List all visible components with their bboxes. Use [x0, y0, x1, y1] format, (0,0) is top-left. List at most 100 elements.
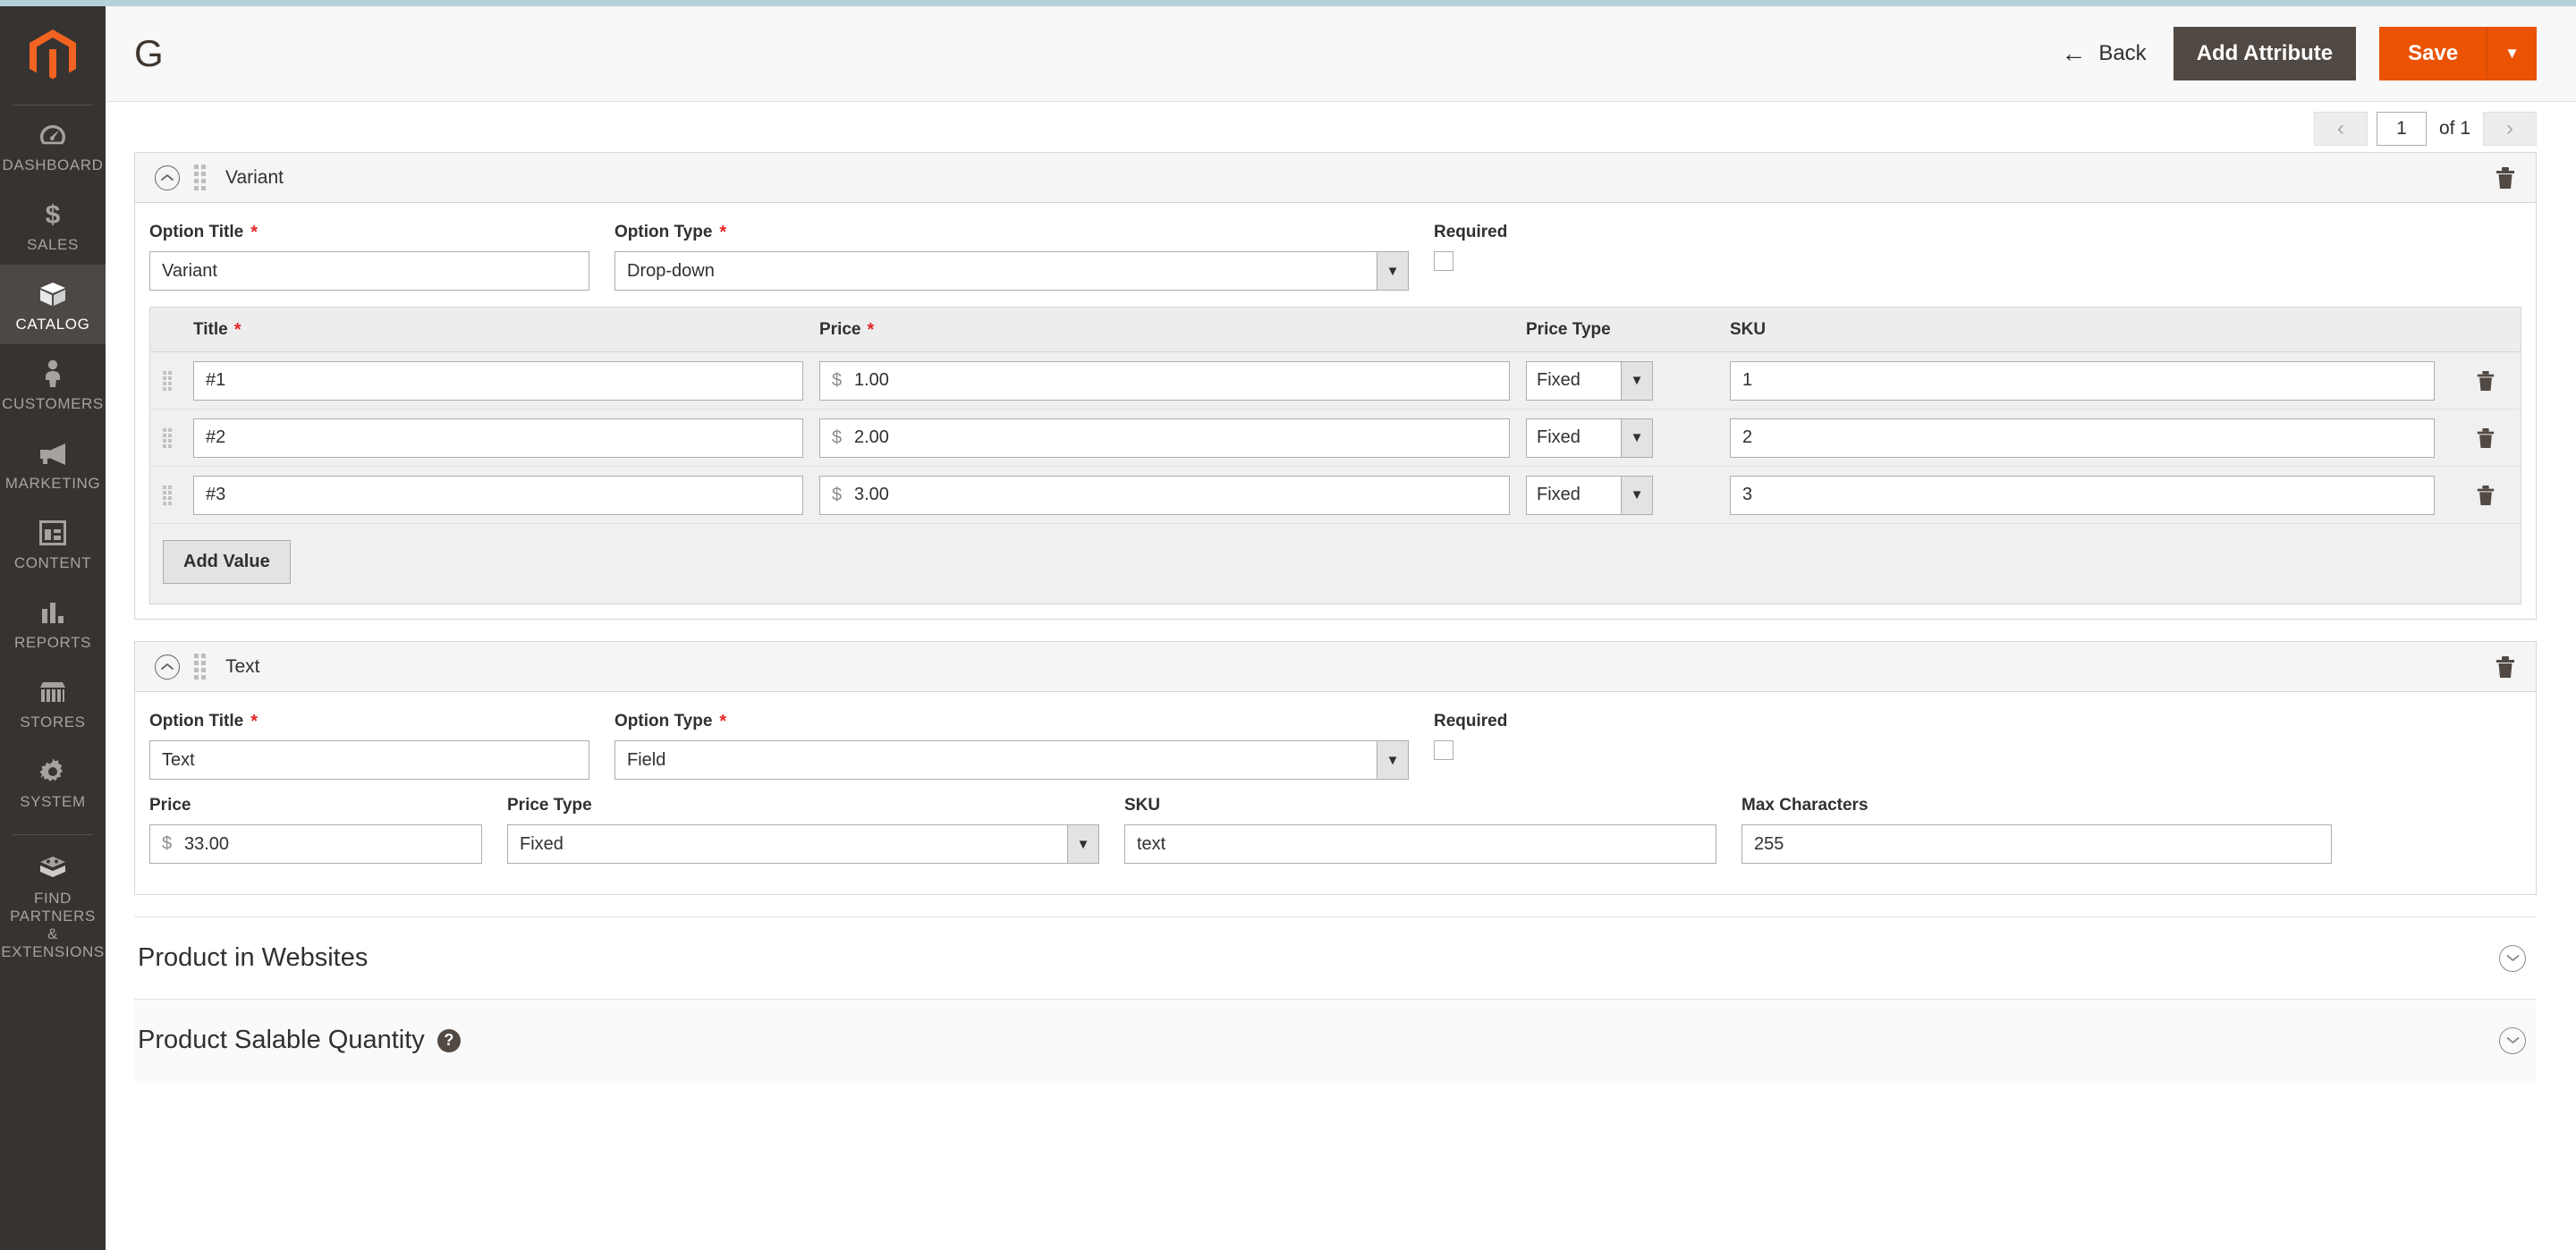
- chevron-down-icon[interactable]: ▼: [1621, 360, 1653, 401]
- sidebar-divider: [13, 834, 93, 835]
- currency-symbol: $: [832, 427, 843, 447]
- delete-option-button[interactable]: [2495, 166, 2516, 190]
- chevron-up-icon[interactable]: [155, 654, 180, 680]
- sidebar-item-marketing[interactable]: MARKETING: [0, 424, 106, 503]
- chevron-down-icon[interactable]: ▼: [1621, 418, 1653, 458]
- required-checkbox[interactable]: [1434, 251, 1453, 271]
- row-drag-handle[interactable]: [163, 427, 193, 448]
- value-sku-input[interactable]: [1730, 475, 2435, 515]
- sidebar-item-customers[interactable]: CUSTOMERS: [0, 344, 106, 424]
- extension-icon: [38, 853, 67, 883]
- option-type-label: Option Type *: [614, 712, 727, 731]
- currency-symbol: $: [162, 833, 173, 854]
- value-price-input[interactable]: [819, 418, 1510, 458]
- drag-handle-icon[interactable]: [194, 165, 206, 190]
- save-dropdown-toggle[interactable]: ▼: [2487, 26, 2537, 81]
- price-type-select[interactable]: Fixed ▼: [1526, 360, 1653, 401]
- magento-logo[interactable]: [0, 6, 106, 105]
- custom-options-content: Variant Option Title * Variant Option Ty…: [106, 152, 2576, 1250]
- value-title-input[interactable]: [193, 418, 803, 458]
- chevron-down-icon[interactable]: ▼: [1067, 824, 1099, 864]
- save-button[interactable]: Save: [2379, 26, 2487, 81]
- required-field: Required: [1434, 223, 1613, 291]
- back-button[interactable]: ← Back: [2057, 36, 2149, 72]
- option-type-select[interactable]: Field ▼: [614, 740, 1409, 780]
- sidebar-item-label: REPORTS: [13, 634, 92, 651]
- sku-input[interactable]: [1124, 824, 1716, 864]
- chevron-down-icon[interactable]: ▼: [1621, 475, 1653, 515]
- prev-page-button[interactable]: ‹: [2313, 112, 2368, 146]
- option-title-label: Option Title *: [149, 223, 258, 242]
- option-meta-row: Option Title * Option Type * Drop-d: [149, 223, 2521, 307]
- chevron-down-icon[interactable]: ▼: [1377, 740, 1409, 780]
- chevron-up-icon[interactable]: [155, 165, 180, 190]
- page-number-input[interactable]: [2376, 112, 2427, 146]
- option-title-input[interactable]: [149, 251, 589, 291]
- section-product-salable-quantity[interactable]: Product Salable Quantity ?: [134, 999, 2537, 1081]
- next-page-button[interactable]: ›: [2483, 112, 2537, 146]
- expand-toggle[interactable]: [2499, 944, 2526, 972]
- top-accent-bar: [0, 0, 2576, 6]
- price-input[interactable]: [149, 824, 482, 864]
- delete-option-button[interactable]: [2495, 655, 2516, 679]
- value-price-input[interactable]: [819, 475, 1510, 515]
- option-title-field: Option Title *: [149, 712, 614, 780]
- dollar-icon: $: [42, 199, 64, 230]
- sidebar-item-dashboard[interactable]: DASHBOARD: [0, 106, 106, 185]
- section-title: Product Salable Quantity ?: [138, 1026, 461, 1055]
- max-characters-field: Max Characters: [1741, 796, 2332, 864]
- custom-option-section-text: Text Option Title * Text Option Type * F…: [134, 641, 2537, 895]
- table-row: $ Fixed ▼: [150, 410, 2521, 467]
- delete-value-button[interactable]: [2472, 481, 2499, 510]
- option-meta-row: Option Title * Option Type * Field: [149, 712, 2521, 796]
- value-sku-input[interactable]: [1730, 360, 2435, 401]
- value-title-input[interactable]: [193, 360, 803, 401]
- sidebar-item-find-partners-extensions[interactable]: FIND PARTNERS & EXTENSIONS: [0, 839, 106, 972]
- price-type-select[interactable]: Fixed ▼: [507, 824, 1099, 864]
- sidebar-item-label: STORES: [20, 714, 86, 731]
- expand-toggle[interactable]: [2499, 1026, 2526, 1054]
- price-type-value: Fixed: [507, 824, 1067, 864]
- value-title-cell: [193, 475, 819, 515]
- sidebar-item-stores[interactable]: STORES: [0, 663, 106, 742]
- row-drag-handle[interactable]: [163, 370, 193, 391]
- price-field: Price $: [149, 796, 507, 864]
- delete-value-button[interactable]: [2472, 367, 2499, 395]
- option-type-select[interactable]: Drop-down ▼: [614, 251, 1409, 291]
- price-type-value: Fixed: [1526, 360, 1621, 401]
- sidebar-item-catalog[interactable]: CATALOG: [0, 265, 106, 344]
- magento-logo-icon: [30, 30, 76, 80]
- option-type-label: Option Type *: [614, 223, 727, 242]
- delete-value-button[interactable]: [2472, 424, 2499, 452]
- main-sidebar: DASHBOARD $ SALES CATALOG CUSTOMERS MARK…: [0, 0, 106, 1250]
- price-type-select[interactable]: Fixed ▼: [1526, 418, 1653, 458]
- add-value-button[interactable]: Add Value: [163, 540, 291, 584]
- value-title-input[interactable]: [193, 475, 803, 515]
- bar-chart-icon: [40, 597, 65, 628]
- sidebar-item-reports[interactable]: REPORTS: [0, 583, 106, 663]
- table-header-row: Title * Price * Price Type SKU: [150, 308, 2521, 352]
- chevron-down-icon: [2499, 1026, 2526, 1054]
- sidebar-item-system[interactable]: SYSTEM: [0, 742, 106, 822]
- value-price-type-cell: Fixed ▼: [1526, 418, 1730, 458]
- value-price-input[interactable]: [819, 360, 1510, 401]
- max-characters-input[interactable]: [1741, 824, 2332, 864]
- price-type-select[interactable]: Fixed ▼: [1526, 475, 1653, 515]
- row-drag-handle[interactable]: [163, 485, 193, 505]
- column-header-title: Title *: [193, 319, 242, 340]
- sidebar-item-sales[interactable]: $ SALES: [0, 185, 106, 265]
- required-checkbox[interactable]: [1434, 740, 1453, 760]
- value-sku-input[interactable]: [1730, 418, 2435, 458]
- chevron-down-icon: [2499, 944, 2526, 972]
- option-title-input[interactable]: [149, 740, 589, 780]
- add-attribute-button[interactable]: Add Attribute: [2173, 26, 2357, 81]
- sidebar-item-content[interactable]: CONTENT: [0, 503, 106, 583]
- value-delete-cell: [2451, 481, 2521, 510]
- chevron-down-icon[interactable]: ▼: [1377, 251, 1409, 291]
- drag-handle-icon[interactable]: [194, 654, 206, 680]
- section-product-in-websites[interactable]: Product in Websites: [134, 916, 2537, 999]
- value-delete-cell: [2451, 424, 2521, 452]
- help-icon[interactable]: ?: [436, 1028, 461, 1052]
- option-type-field: Option Type * Drop-down ▼: [614, 223, 1434, 291]
- table-footer: Add Value: [150, 524, 2521, 604]
